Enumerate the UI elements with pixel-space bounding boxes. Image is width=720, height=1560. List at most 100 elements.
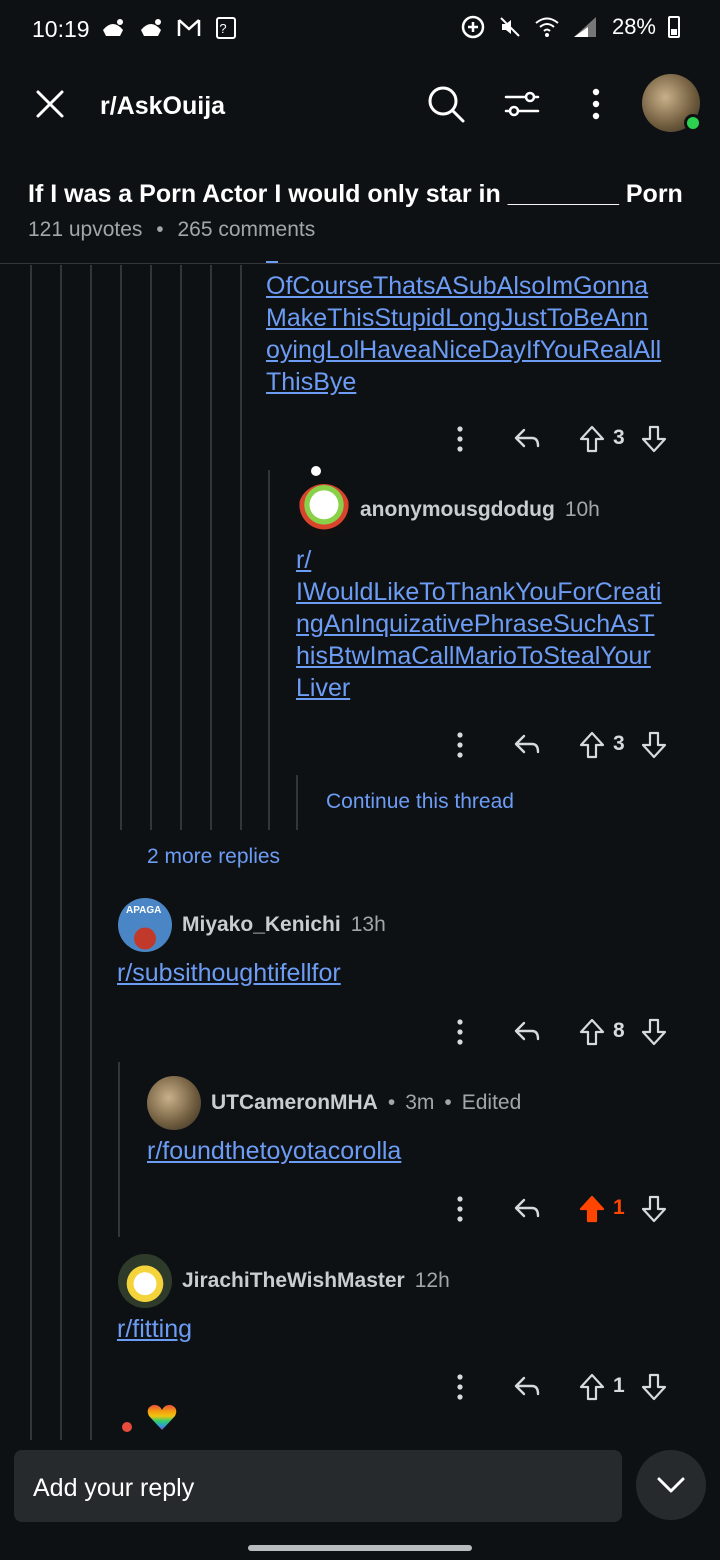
vote-score: 3 [613,426,625,449]
post-header: If I was a Porn Actor I would only star … [0,154,720,264]
scroll-next-button[interactable] [636,1450,706,1520]
search-icon[interactable] [424,82,468,126]
meta-separator: • [444,1091,452,1114]
comment-link[interactable]: r/subsithoughtifellfor [117,957,341,989]
upvote-count: 121 upvotes [28,218,143,241]
comment-link[interactable]: r/fitting [117,1313,192,1345]
avatar[interactable] [118,1254,172,1308]
link-line: oyingLolHaveaNiceDayIfYouRealAll [266,336,662,364]
upvote-icon[interactable] [578,730,606,760]
comment-link[interactable]: r/ IWouldLikeToThankYouForCreati ngAnInq… [296,544,706,704]
chevron-down-icon [657,1477,685,1493]
author-name[interactable]: JirachiTheWishMaster [182,1269,405,1293]
comment-author-row: JirachiTheWishMaster 12h [118,1254,450,1308]
avatar[interactable] [147,1076,201,1130]
upvote-icon[interactable] [578,1017,606,1047]
link-line: ThisBye [266,368,357,396]
status-bar: 10:19 ? 28% [0,0,720,58]
meta-separator: • [387,1091,396,1114]
link-line: IWouldLikeToThankYouForCreati [296,578,662,606]
comment-author-row: anonymousgdodug 10h [298,484,600,536]
reply-icon[interactable] [512,1017,542,1047]
edited-label: Edited [461,1091,522,1114]
downvote-icon[interactable] [640,1194,668,1224]
rocket-icon [141,19,162,37]
more-vertical-icon[interactable] [456,422,464,456]
comment-link[interactable]: OfCourseThatsASubAlsoImGonna MakeThisStu… [266,270,696,398]
upvote-icon[interactable] [578,424,606,454]
reply-icon[interactable] [512,1194,542,1224]
more-vertical-icon[interactable] [574,82,618,126]
downvote-icon[interactable] [640,1017,668,1047]
vote-score: 3 [613,732,625,755]
comment-author-row: UTCameronMHA • 3m • Edited [147,1076,521,1130]
thread-line [30,265,32,1440]
link-line: ngAnInquizativePhraseSuchAsT [296,610,655,638]
reply-icon[interactable] [512,730,542,760]
link-line: Liver [296,674,351,702]
reply-bar: Add your reply [0,1440,720,1560]
rainbow-heart-icon [147,1404,177,1430]
thread-line [210,265,212,830]
mute-icon [500,17,520,37]
comment-count: 265 comments [177,218,316,241]
downvote-icon[interactable] [640,424,668,454]
thread-line [296,775,298,830]
vote-score: 1 [613,1374,625,1397]
sort-icon[interactable] [500,82,544,126]
downvote-icon[interactable] [640,730,668,760]
post-meta: 121 upvotes • 265 comments [28,218,315,242]
close-icon[interactable] [30,84,70,124]
reply-placeholder: Add your reply [33,1474,195,1502]
avatar[interactable]: APAGA [118,898,172,952]
author-name[interactable]: Miyako_Kenichi [182,913,341,937]
more-vertical-icon[interactable] [456,1192,464,1226]
comment-time: 10h [564,498,600,521]
more-vertical-icon[interactable] [456,1015,464,1049]
subreddit-name[interactable]: r/AskOuija [100,92,225,121]
avatar-label: APAGA [126,905,162,916]
reply-icon[interactable] [512,424,542,454]
link-line: OfCourseThatsASubAlsoImGonna [266,272,649,300]
comment-time: 3m [405,1091,435,1114]
status-time: 10:19 [32,16,90,42]
author-name[interactable]: UTCameronMHA [211,1091,378,1115]
link-line: r/ [296,546,312,574]
vote-score: 1 [613,1196,625,1219]
link-line: hisBtwImaCallMarioToStealYour [296,642,651,670]
comment-time: 12h [414,1269,450,1292]
home-indicator[interactable] [248,1545,472,1551]
reply-icon[interactable] [512,1372,542,1402]
wifi-icon [535,17,559,37]
partial-avatar[interactable] [122,1422,132,1432]
gmail-icon [178,19,201,37]
collapse-dot[interactable] [311,466,321,476]
thread-line [118,1062,120,1237]
comment-link[interactable]: r/foundthetoyotacorolla [147,1135,401,1167]
thread-line [268,470,270,830]
top-app-bar: r/AskOuija [0,58,720,154]
author-name[interactable]: anonymousgdodug [360,498,555,522]
more-replies-link[interactable]: 2 more replies [147,845,280,869]
downvote-icon[interactable] [640,1372,668,1402]
more-vertical-icon[interactable] [456,1370,464,1404]
post-title[interactable]: If I was a Porn Actor I would only star … [28,180,683,209]
rocket-icon [103,19,123,37]
comment-author-row: APAGA Miyako_Kenichi 13h [118,898,386,952]
continue-thread-link[interactable]: Continue this thread [326,790,514,814]
thread-line [180,265,182,830]
thread-line [120,265,122,830]
avatar[interactable] [298,484,350,536]
thread-line [150,265,152,830]
upvote-icon-active[interactable] [578,1194,606,1224]
more-vertical-icon[interactable] [456,728,464,762]
status-right: 28% [460,14,680,40]
comment-time: 13h [350,913,386,936]
reply-input[interactable]: Add your reply [14,1450,622,1522]
data-saver-icon [461,15,485,39]
upvote-icon[interactable] [578,1372,606,1402]
signal-icon [573,17,596,37]
meta-separator: • [156,218,164,241]
online-status-dot [684,114,702,132]
partial-link-mark [266,261,278,263]
